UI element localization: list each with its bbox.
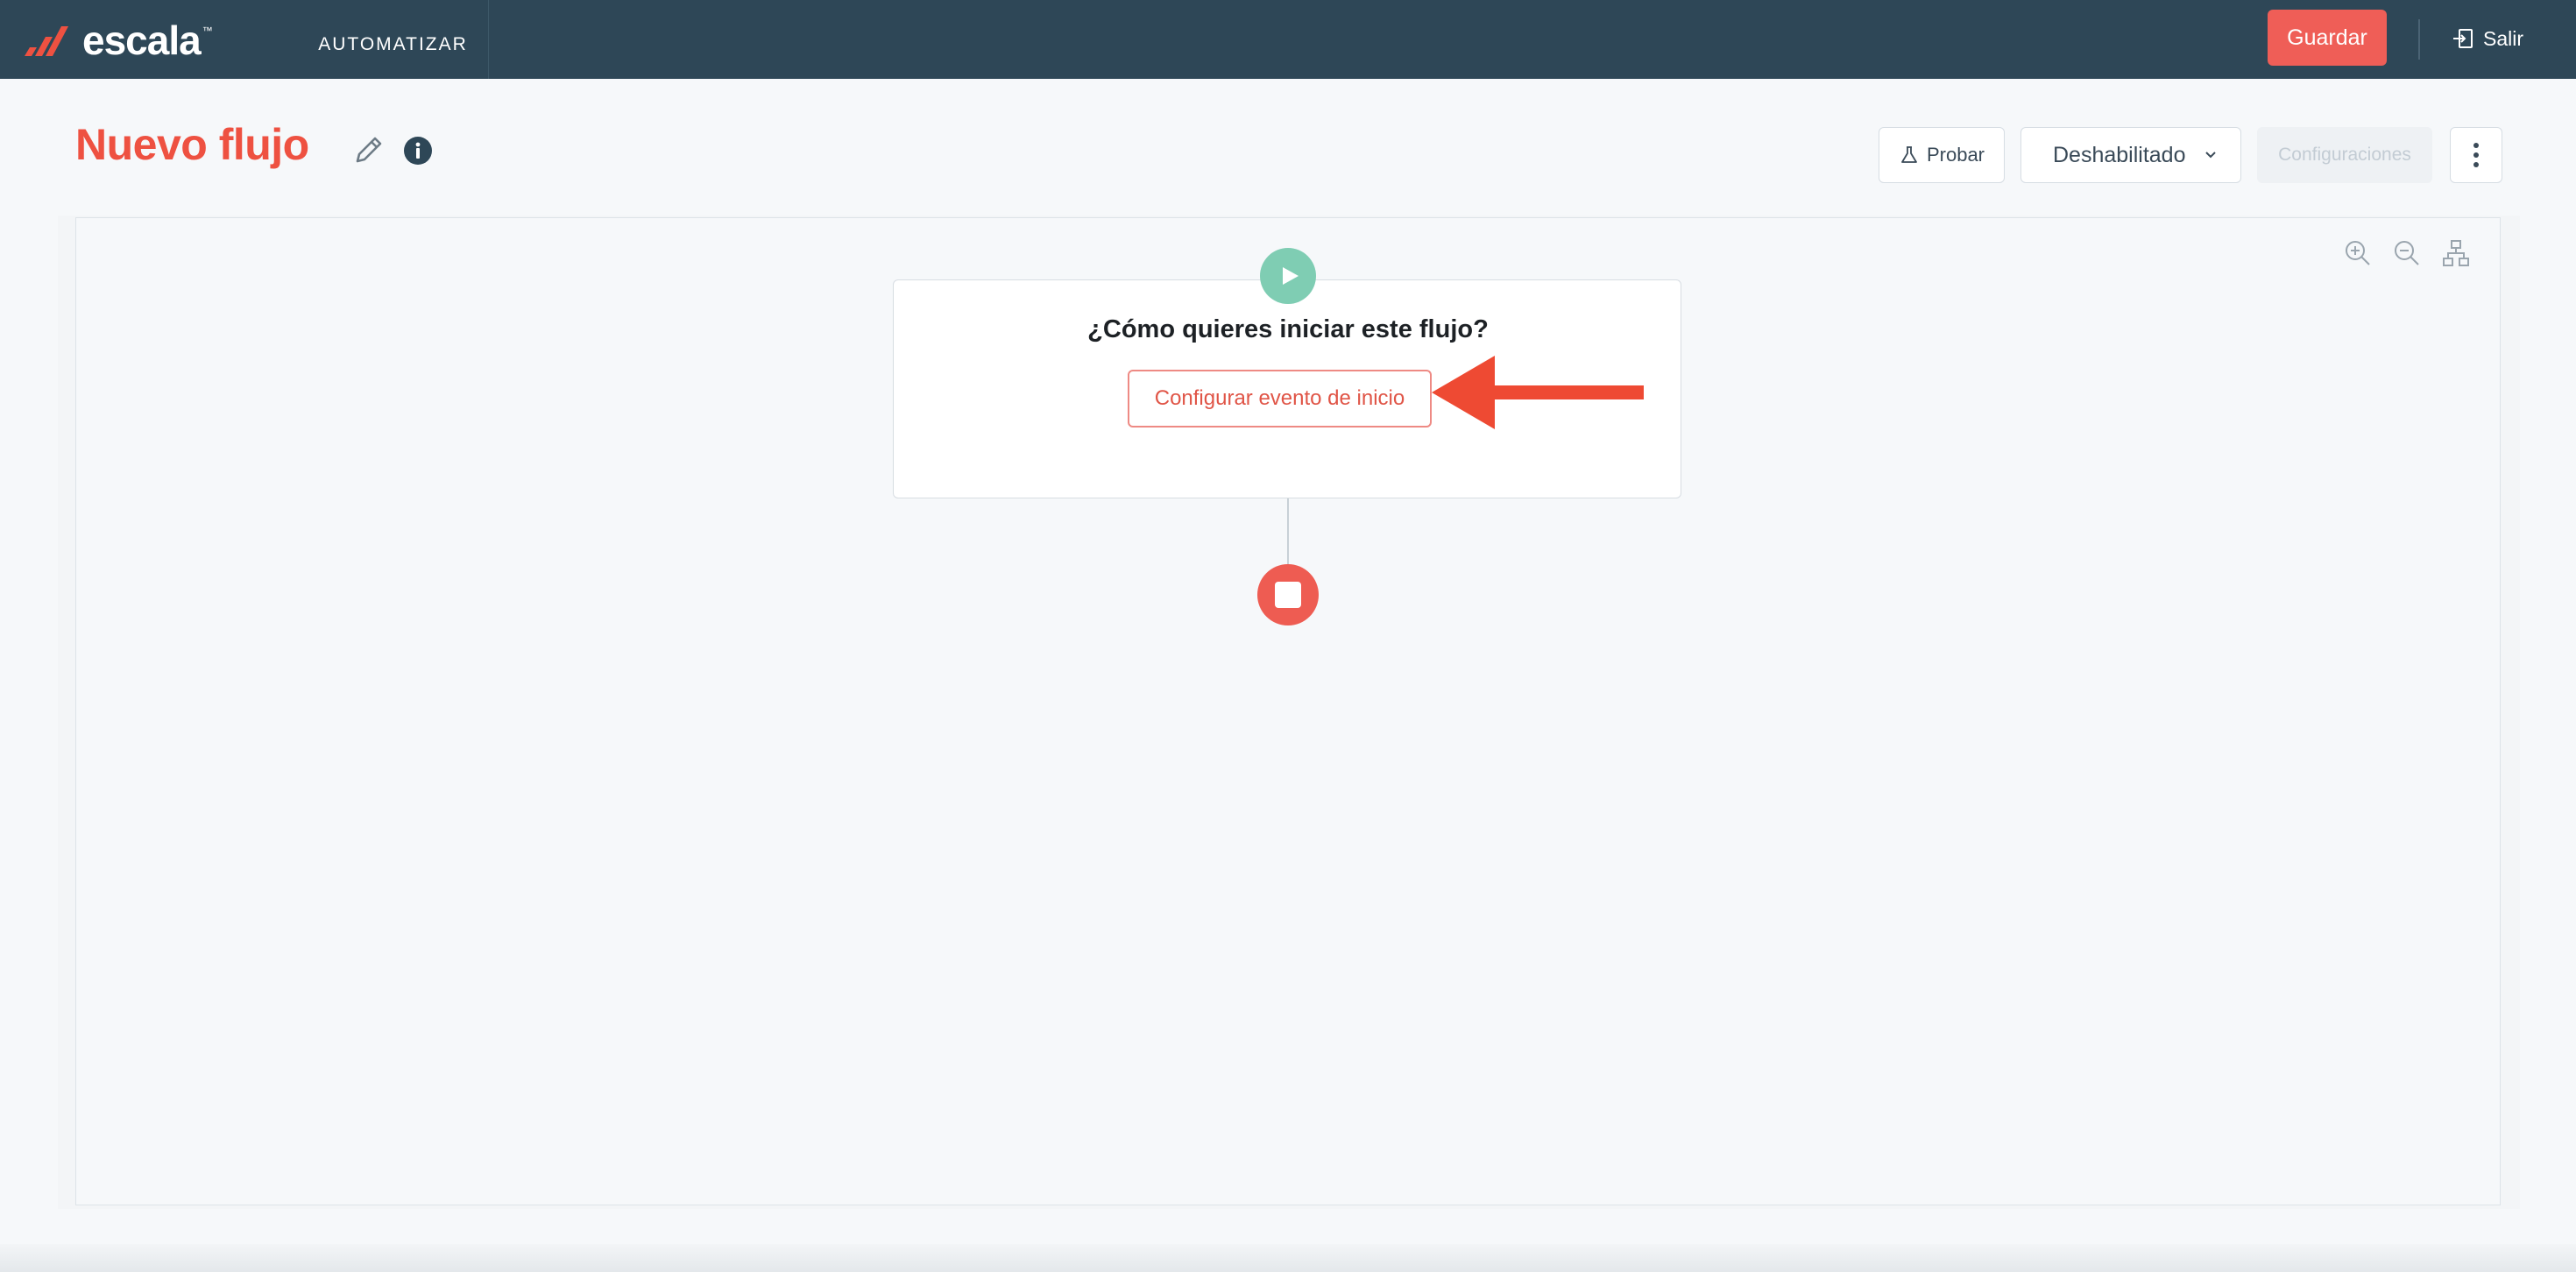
brand-trademark: ™ bbox=[202, 25, 213, 37]
zoom-out-icon[interactable] bbox=[2392, 238, 2422, 268]
top-navigation-bar: escala ™ AUTOMATIZAR Guardar Salir bbox=[0, 0, 2576, 79]
logo-mark-icon bbox=[25, 26, 68, 56]
settings-button[interactable]: Configuraciones bbox=[2257, 127, 2432, 183]
flow-connector-line bbox=[1287, 498, 1289, 567]
logout-icon bbox=[2453, 29, 2473, 48]
annotation-arrow-icon bbox=[1432, 356, 1644, 429]
test-flow-label: Probar bbox=[1926, 144, 1985, 166]
brand-logo[interactable]: escala ™ bbox=[23, 18, 213, 63]
zoom-toolbar bbox=[2343, 238, 2471, 268]
pencil-edit-icon[interactable] bbox=[350, 131, 387, 168]
status-select[interactable]: Deshabilitado bbox=[2020, 127, 2241, 183]
logout-button[interactable]: Salir bbox=[2452, 23, 2523, 54]
test-flow-button[interactable]: Probar bbox=[1879, 127, 2005, 183]
start-node[interactable] bbox=[1260, 248, 1316, 304]
more-options-button[interactable] bbox=[2450, 127, 2502, 183]
page-title: Nuevo flujo bbox=[75, 120, 309, 169]
zoom-in-icon[interactable] bbox=[2343, 238, 2373, 268]
stop-icon bbox=[1275, 582, 1301, 608]
topbar-divider bbox=[2418, 19, 2420, 60]
start-question: ¿Cómo quieres iniciar este flujo? bbox=[1087, 315, 1489, 343]
layout-tree-icon[interactable] bbox=[2441, 238, 2471, 268]
end-node[interactable] bbox=[1257, 564, 1319, 625]
chevron-down-icon bbox=[2205, 152, 2216, 159]
save-button[interactable]: Guardar bbox=[2268, 10, 2387, 66]
status-select-value: Deshabilitado bbox=[2053, 142, 2186, 167]
logout-label: Salir bbox=[2483, 26, 2524, 50]
brand-name: escala bbox=[82, 18, 202, 63]
more-vertical-icon bbox=[2473, 143, 2479, 167]
info-icon[interactable] bbox=[403, 136, 433, 166]
flask-icon bbox=[1901, 146, 1917, 163]
play-icon bbox=[1283, 267, 1299, 285]
configure-start-event-button[interactable]: Configurar evento de inicio bbox=[1128, 370, 1432, 428]
nav-item-automatizar[interactable]: AUTOMATIZAR bbox=[298, 0, 489, 79]
bottom-edge bbox=[0, 1244, 2576, 1272]
